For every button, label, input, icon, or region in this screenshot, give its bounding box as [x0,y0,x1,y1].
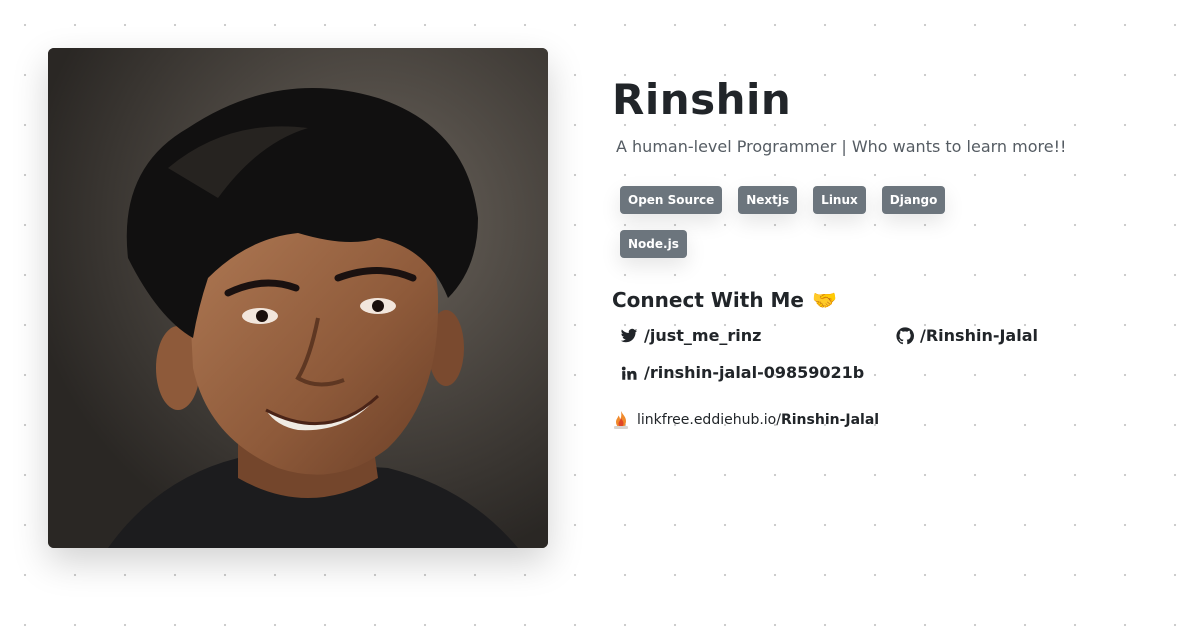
tag-linux: Linux [813,186,866,214]
connect-heading-text: Connect With Me [612,288,804,312]
tag-django: Django [881,186,946,214]
github-handle: /Rinshin-Jalal [920,326,1038,345]
twitter-link[interactable]: /just_me_rinz [620,326,896,345]
twitter-icon [620,328,638,342]
linkfree-footer[interactable]: linkfree.eddiehub.io/ Rinshin-Jalal [612,410,1172,430]
twitter-handle: /just_me_rinz [644,326,762,345]
linkedin-link[interactable]: /rinshin-jalal-09859021b [620,363,896,382]
tag-nodejs: Node.js [620,230,687,258]
linkfree-handle: Rinshin-Jalal [780,412,880,428]
tag-open-source: Open Source [620,186,723,214]
profile-name: Rinshin [612,75,792,124]
github-link[interactable]: /Rinshin-Jalal [896,326,1172,345]
linkfree-flame-icon [614,411,628,429]
social-links: /just_me_rinz /Rinshin-Jalal /rinshin-ja… [620,326,1172,382]
profile-bio: A human-level Programmer | Who wants to … [616,137,1067,156]
profile-photo [48,48,548,548]
connect-heading: Connect With Me 🤝 [612,288,1172,312]
profile-info: Rinshin A human-level Programmer | Who w… [612,72,1172,430]
tag-nextjs: Nextjs [738,186,798,214]
github-icon [896,326,914,344]
tag-list: Open Source Nextjs Linux Django Node.js [620,186,980,258]
linkedin-icon [621,366,637,380]
linkfree-domain: linkfree.eddiehub.io/ [637,412,781,428]
handshake-icon: 🤝 [811,288,837,312]
linkedin-handle: /rinshin-jalal-09859021b [644,363,865,382]
profile-photo-illustration [48,48,548,548]
